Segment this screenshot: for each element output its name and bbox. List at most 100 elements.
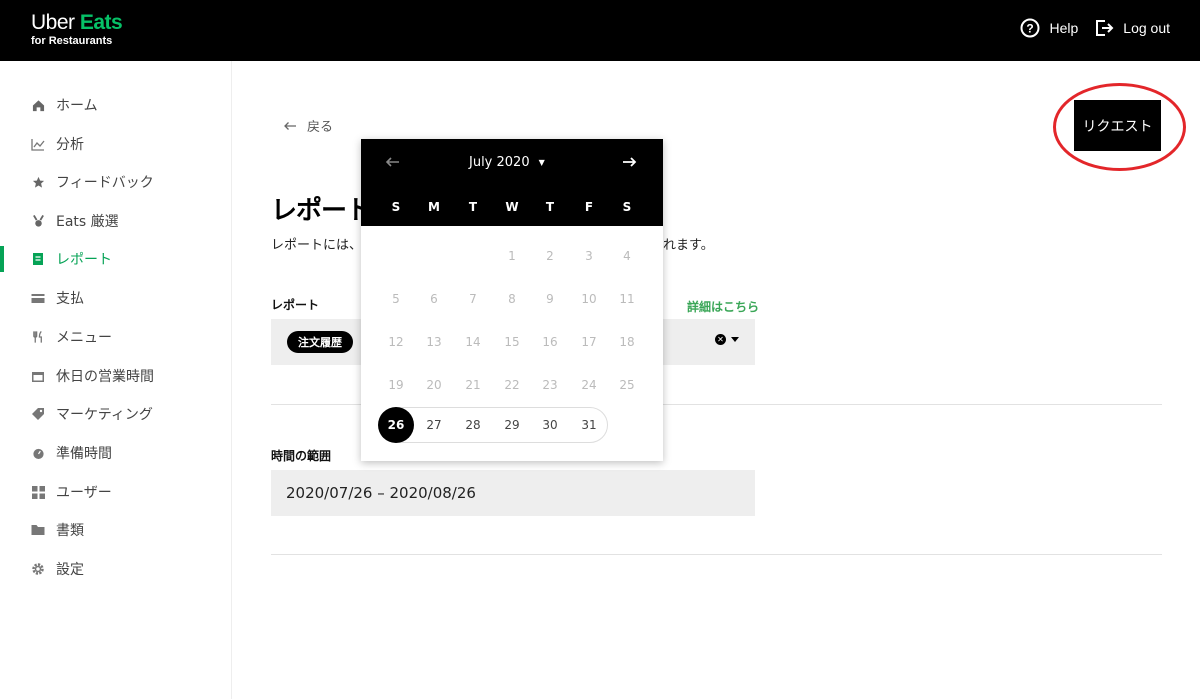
calendar-day[interactable]: 24 [571,367,607,403]
calendar-day-selected[interactable]: 26 [378,407,414,443]
gear-icon [31,562,45,576]
arrow-left-icon [284,121,296,130]
chart-icon [31,137,45,151]
request-button[interactable]: リクエスト [1074,100,1161,151]
month-label: July 2020 [469,155,530,170]
calendar-day[interactable]: 14 [455,324,491,360]
sidebar-item-label: 準備時間 [56,446,112,462]
calendar-day[interactable]: 29 [494,407,530,443]
calendar-day[interactable]: 5 [378,281,414,317]
sidebar-item-label: 設定 [56,562,84,578]
sidebar-item-payments[interactable]: 支払 [0,283,231,313]
calendar-day[interactable]: 27 [416,407,452,443]
calendar-day[interactable]: 30 [532,407,568,443]
calendar-day[interactable]: 9 [532,281,568,317]
logout-button[interactable]: Log out [1094,18,1170,38]
weekday-label: W [505,200,519,214]
prev-month-button[interactable] [385,153,401,172]
clear-selection-icon[interactable]: ✕ [715,334,726,345]
sidebar-item-menu[interactable]: メニュー [0,322,231,352]
sidebar-item-marketing[interactable]: マーケティング [0,399,231,429]
sidebar-item-label: レポート [56,252,112,268]
sidebar-item-label: 書類 [56,523,84,539]
sidebar-item-label: フィードバック [56,175,154,191]
timer-icon [31,446,45,460]
sidebar: ホーム 分析 フィードバック Eats 厳選 レポート 支払 メニュー 休日の営… [0,61,232,699]
details-link[interactable]: 詳細はこちら [687,298,759,315]
time-range-label: 時間の範囲 [271,449,332,463]
sidebar-item-label: Eats 厳選 [56,214,119,230]
calendar-day[interactable]: 18 [609,324,645,360]
calendar-day[interactable]: 13 [416,324,452,360]
sidebar-item-reports[interactable]: レポート [0,244,231,274]
calendar-day[interactable]: 10 [571,281,607,317]
chevron-down-icon[interactable] [731,337,739,342]
calendar-day[interactable]: 2 [532,238,568,274]
calendar-header: July 2020 ▼ S M T W T F S [361,139,663,226]
calendar-day[interactable]: 17 [571,324,607,360]
page-description: レポートには、レ [271,238,376,253]
calendar-day[interactable]: 16 [532,324,568,360]
top-bar: Uber Eats for Restaurants ? Help Log out [0,0,1200,61]
logout-icon [1094,18,1114,38]
logo-subtitle: for Restaurants [31,35,113,47]
sidebar-item-holiday-hours[interactable]: 休日の営業時間 [0,361,231,391]
calendar-day[interactable]: 15 [494,324,530,360]
sidebar-item-feedback[interactable]: フィードバック [0,167,231,197]
sidebar-item-documents[interactable]: 書類 [0,515,231,545]
sidebar-item-settings[interactable]: 設定 [0,554,231,584]
page-description-tail: れます。 [663,238,714,253]
calendar-day[interactable]: 12 [378,324,414,360]
help-icon: ? [1020,18,1040,38]
users-icon [31,485,45,499]
weekday-label: S [391,200,401,214]
calendar-day[interactable]: 8 [494,281,530,317]
month-selector[interactable]: July 2020 ▼ [469,155,545,170]
section-divider [271,554,1162,555]
calendar-popup: July 2020 ▼ S M T W T F S 1 2 3 4 5 6 7 8 9 10 11 1… [361,139,663,461]
calendar-day[interactable]: 21 [455,367,491,403]
weekday-label: T [545,200,555,214]
date-range-field[interactable]: 2020/07/26 – 2020/08/26 [271,470,755,516]
report-icon [31,252,45,266]
calendar-day[interactable]: 28 [455,407,491,443]
cutlery-icon [31,330,45,344]
calendar-day[interactable]: 31 [571,407,607,443]
logo-uber: Uber [31,11,75,34]
back-link[interactable]: 戻る [283,116,333,135]
calendar-day[interactable]: 3 [571,238,607,274]
uber-eats-logo[interactable]: Uber Eats for Restaurants [31,11,123,47]
back-label: 戻る [307,120,334,135]
report-field-label: レポート [271,298,320,312]
sidebar-item-prep-time[interactable]: 準備時間 [0,438,231,468]
help-button[interactable]: ? Help [1020,18,1078,38]
calendar-day[interactable]: 7 [455,281,491,317]
star-icon [31,175,45,189]
sidebar-item-label: 分析 [56,137,84,153]
calendar-day[interactable]: 23 [532,367,568,403]
calendar-day[interactable]: 11 [609,281,645,317]
weekday-label: S [622,200,632,214]
calendar-day[interactable]: 22 [494,367,530,403]
calendar-day[interactable]: 19 [378,367,414,403]
calendar-day[interactable]: 6 [416,281,452,317]
calendar-day[interactable]: 25 [609,367,645,403]
weekday-label: M [428,200,440,214]
tag-icon [31,407,45,421]
calendar-day[interactable]: 4 [609,238,645,274]
sidebar-item-home[interactable]: ホーム [0,90,231,120]
sidebar-item-label: 支払 [56,291,84,307]
sidebar-item-eats-picks[interactable]: Eats 厳選 [0,206,231,236]
sidebar-item-users[interactable]: ユーザー [0,477,231,507]
calendar-day[interactable]: 20 [416,367,452,403]
next-month-button[interactable] [621,153,637,172]
medal-icon [31,214,45,228]
sidebar-item-analytics[interactable]: 分析 [0,129,231,159]
report-chip[interactable]: 注文履歴 [287,331,353,353]
calendar-day[interactable]: 1 [494,238,530,274]
arrow-left-icon [385,157,399,167]
calendar-icon [31,369,45,383]
sidebar-item-label: メニュー [56,330,112,346]
caret-down-icon: ▼ [538,158,545,167]
card-icon [31,291,45,305]
